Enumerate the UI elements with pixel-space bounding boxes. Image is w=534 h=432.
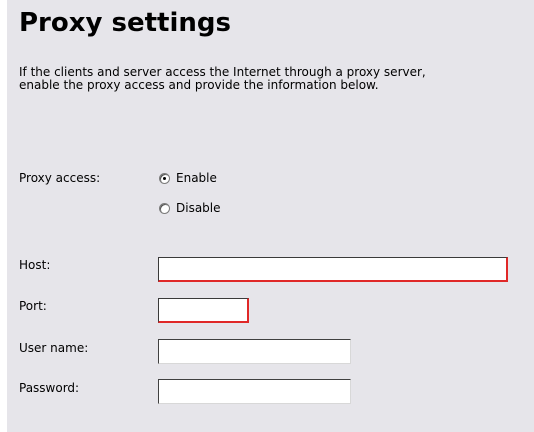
host-input[interactable] xyxy=(158,257,508,282)
proxy-settings-panel: Proxy settings If the clients and server… xyxy=(7,0,534,432)
page-title: Proxy settings xyxy=(19,8,231,38)
password-input[interactable] xyxy=(158,379,351,404)
enable-radio-label[interactable]: Enable xyxy=(176,170,217,186)
password-label: Password: xyxy=(19,381,80,395)
enable-radio-button[interactable] xyxy=(159,172,170,184)
disable-radio-button[interactable] xyxy=(159,202,170,214)
description-line-2: enable the proxy access and provide the … xyxy=(19,78,379,92)
username-input[interactable] xyxy=(158,339,351,364)
disable-radio-label[interactable]: Disable xyxy=(176,200,221,216)
enable-radio-option[interactable]: Enable xyxy=(159,170,217,186)
host-label: Host: xyxy=(19,258,51,272)
port-label: Port: xyxy=(19,299,47,313)
proxy-access-label: Proxy access: xyxy=(19,171,101,185)
port-input[interactable] xyxy=(158,298,249,323)
username-label: User name: xyxy=(19,341,89,355)
disable-radio-option[interactable]: Disable xyxy=(159,200,221,216)
page-description: If the clients and server access the Int… xyxy=(19,66,529,92)
